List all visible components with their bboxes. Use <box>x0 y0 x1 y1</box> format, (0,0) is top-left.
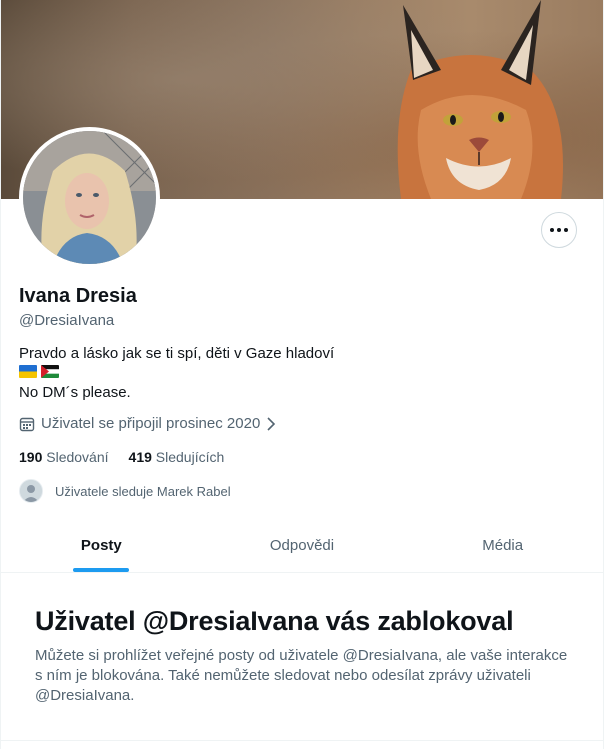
follow-stats: 190 Sledování 419 Sledujících <box>19 449 224 465</box>
profile-tabs: Posty Odpovědi Média <box>1 521 603 573</box>
more-options-button[interactable] <box>541 212 577 248</box>
tab-odpovedi[interactable]: Odpovědi <box>202 521 403 572</box>
ukraine-flag-icon <box>19 365 37 378</box>
following-link[interactable]: 190 Sledování <box>19 449 109 465</box>
blocked-title: Uživatel @DresiaIvana vás zablokoval <box>35 606 514 636</box>
follower-avatar <box>19 479 43 503</box>
divider <box>1 740 603 741</box>
followers-count: 419 <box>128 449 152 465</box>
followed-by[interactable]: Uživatele sleduje Marek Rabel <box>19 479 231 503</box>
join-date-text[interactable]: Uživatel se připojil prosinec 2020 <box>41 415 260 432</box>
profile-handle: @DresiaIvana <box>19 312 115 329</box>
join-date: Uživatel se připojil prosinec 2020 <box>19 415 276 432</box>
more-dot-icon <box>564 228 568 232</box>
followers-label: Sledujících <box>155 449 225 465</box>
following-count: 190 <box>19 449 43 465</box>
tab-posty[interactable]: Posty <box>1 521 202 572</box>
avatar-photo <box>23 131 156 264</box>
followed-by-text: Uživatele sleduje Marek Rabel <box>55 483 231 499</box>
default-avatar-icon <box>20 480 42 502</box>
tab-media[interactable]: Média <box>402 521 603 572</box>
more-dot-icon <box>550 228 554 232</box>
chevron-right-icon[interactable] <box>266 416 276 431</box>
palestine-flag-icon <box>41 365 59 378</box>
blocked-description: Můžete si prohlížet veřejné posty od uži… <box>35 647 568 704</box>
more-dot-icon <box>557 228 561 232</box>
active-tab-indicator <box>73 568 130 572</box>
following-label: Sledování <box>46 449 109 465</box>
bio-flags <box>19 365 59 379</box>
followers-link[interactable]: 419 Sledujících <box>129 449 225 465</box>
calendar-icon <box>19 417 35 431</box>
profile-bio-note: No DM´s please. <box>19 384 131 401</box>
profile-name: Ivana Dresia <box>19 285 137 307</box>
tab-label: Posty <box>80 537 122 554</box>
profile-page: Ivana Dresia @DresiaIvana Pravdo a lásko… <box>0 0 604 749</box>
profile-bio: Pravdo a lásko jak se ti spí, děti v Gaz… <box>19 345 335 362</box>
tab-label: Média <box>482 537 524 554</box>
tab-label: Odpovědi <box>269 537 335 554</box>
profile-avatar[interactable] <box>19 127 160 268</box>
